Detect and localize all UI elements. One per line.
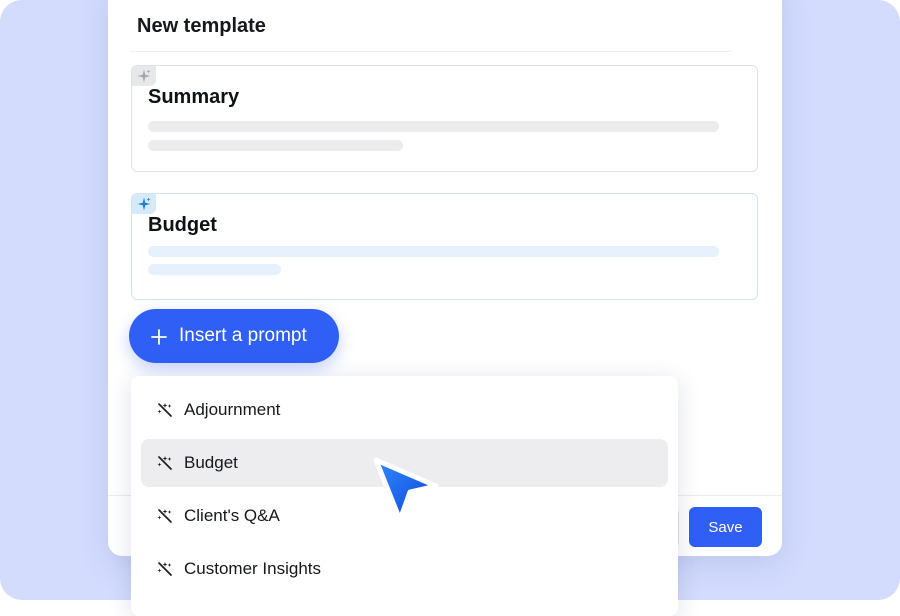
block-title: Budget bbox=[148, 214, 217, 236]
magic-wand-icon bbox=[156, 401, 174, 419]
sparkle-icon bbox=[132, 66, 156, 86]
block-title: Summary bbox=[148, 86, 240, 108]
menu-item-label: Customer Insights bbox=[184, 559, 321, 578]
magic-wand-icon bbox=[156, 560, 174, 578]
menu-item-adjournment[interactable]: Adjournment bbox=[141, 386, 668, 434]
placeholder-line bbox=[148, 246, 719, 257]
sparkle-icon bbox=[132, 194, 156, 214]
title-divider bbox=[130, 51, 732, 52]
placeholder-line bbox=[148, 121, 719, 132]
plus-icon bbox=[151, 323, 167, 349]
magic-wand-icon bbox=[156, 507, 174, 525]
summary-block[interactable]: Summary bbox=[131, 65, 758, 172]
save-button[interactable]: Save bbox=[689, 507, 762, 547]
placeholder-line bbox=[148, 264, 281, 275]
menu-item-label: Budget bbox=[184, 453, 238, 472]
page-title: New template bbox=[137, 15, 266, 37]
placeholder-line bbox=[148, 140, 403, 151]
pointer-cursor-icon bbox=[370, 452, 444, 528]
insert-prompt-button[interactable]: Insert a prompt bbox=[129, 309, 339, 363]
menu-item-customer-insights[interactable]: Customer Insights bbox=[141, 545, 668, 593]
magic-wand-icon bbox=[156, 454, 174, 472]
budget-block[interactable]: Budget bbox=[131, 193, 758, 300]
menu-item-label: Adjournment bbox=[184, 400, 281, 419]
insert-prompt-label: Insert a prompt bbox=[179, 325, 307, 346]
menu-item-label: Client's Q&A bbox=[184, 506, 280, 525]
